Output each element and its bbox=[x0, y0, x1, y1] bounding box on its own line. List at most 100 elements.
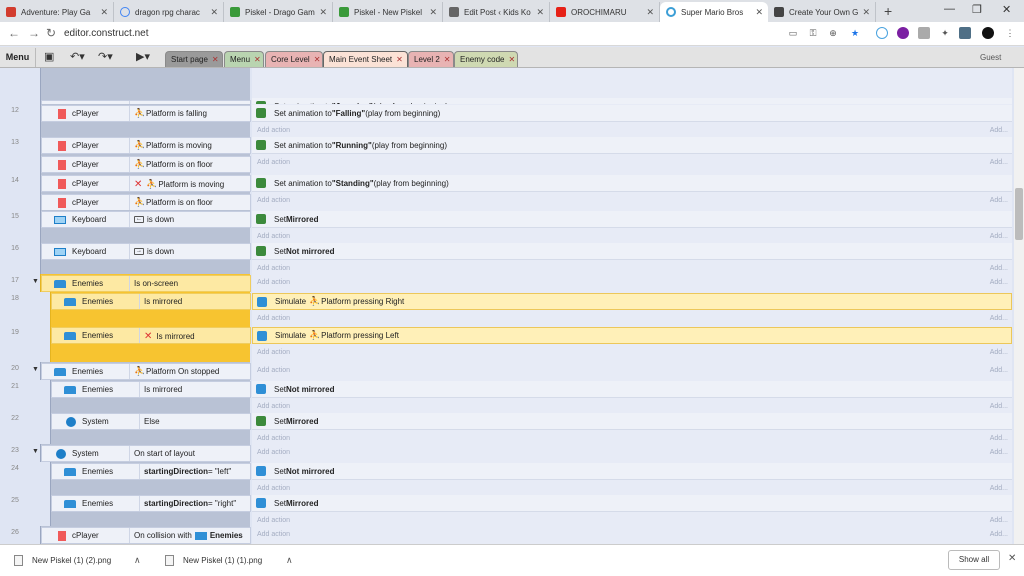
star-icon[interactable]: ★ bbox=[849, 27, 861, 39]
browser-tab-8[interactable]: Create Your Own G ✕ bbox=[768, 2, 876, 22]
tab-main-event-sheet[interactable]: Main Event Sheet ✕ bbox=[323, 51, 408, 67]
add-action-link[interactable]: Add action Add... bbox=[252, 194, 1012, 207]
condition-text[interactable]: On collision with Enemies bbox=[134, 531, 243, 540]
close-icon[interactable]: ✕ bbox=[1008, 553, 1016, 564]
window-close-icon[interactable]: ✕ bbox=[1002, 3, 1011, 16]
condition-object[interactable]: Enemies bbox=[52, 382, 140, 397]
close-icon[interactable]: ✕ bbox=[444, 55, 451, 64]
extension-2-icon[interactable] bbox=[897, 27, 909, 39]
close-icon[interactable]: ✕ bbox=[212, 55, 219, 64]
close-icon[interactable]: ✕ bbox=[536, 7, 544, 18]
condition-row[interactable]: System Else bbox=[51, 413, 251, 430]
close-icon[interactable]: ✕ bbox=[254, 55, 261, 64]
url-field[interactable]: editor.construct.net bbox=[64, 28, 149, 39]
condition-object[interactable]: cPlayer bbox=[42, 138, 130, 153]
condition-object[interactable]: cPlayer bbox=[42, 157, 130, 172]
condition-text[interactable]: Is mirrored bbox=[144, 385, 182, 394]
add-action-link[interactable]: Add action Add... bbox=[252, 346, 1012, 359]
extension-1-icon[interactable] bbox=[876, 27, 888, 39]
action-row[interactable]: Set animation to "Falling" (play from be… bbox=[252, 105, 1012, 122]
chevron-up-icon[interactable]: ∧ bbox=[286, 555, 293, 566]
scrollbar-thumb[interactable] bbox=[1015, 188, 1023, 240]
action-row[interactable]: Simulate ⛹ Platform pressing Right bbox=[252, 293, 1012, 310]
condition-row[interactable]: cPlayer ⛹ Platform is on floor bbox=[41, 156, 251, 173]
save-icon[interactable]: ▣ bbox=[44, 50, 54, 63]
minimize-icon[interactable]: — bbox=[944, 3, 955, 15]
zoom-icon[interactable]: ⊕ bbox=[827, 27, 839, 39]
puzzle-icon[interactable]: ✦ bbox=[939, 27, 951, 39]
condition-object[interactable]: cPlayer bbox=[42, 195, 130, 210]
condition-text[interactable]: Else bbox=[144, 417, 160, 426]
tab-menu[interactable]: Menu ✕ bbox=[224, 51, 264, 67]
add-action-link[interactable]: Add action Add... bbox=[252, 528, 1012, 541]
browser-tab-5[interactable]: Edit Post ‹ Kids Ko ✕ bbox=[443, 2, 550, 22]
condition-row[interactable]: Enemies Is mirrored bbox=[51, 293, 251, 310]
close-icon[interactable]: ✕ bbox=[862, 7, 870, 18]
condition-text[interactable]: On start of layout bbox=[134, 449, 195, 458]
close-icon[interactable]: ✕ bbox=[508, 55, 515, 64]
condition-text[interactable]: ⛹ Platform is moving bbox=[134, 141, 212, 151]
add-action-link[interactable]: Add action Add... bbox=[252, 156, 1012, 169]
action-row[interactable]: Set Mirrored bbox=[252, 211, 1012, 228]
extension-4-icon[interactable] bbox=[959, 27, 971, 39]
close-icon[interactable]: ✕ bbox=[100, 7, 108, 18]
action-row[interactable]: Set animation to "Standing" (play from b… bbox=[252, 175, 1012, 192]
condition-row[interactable]: Enemies Is mirrored bbox=[51, 381, 251, 398]
action-row[interactable]: Set Mirrored bbox=[252, 495, 1012, 512]
condition-object[interactable]: cPlayer bbox=[42, 106, 130, 121]
collapse-arrow-icon[interactable]: ▼ bbox=[32, 278, 39, 285]
condition-row[interactable]: cPlayer ⛹ Platform is on floor bbox=[41, 194, 251, 211]
undo-icon[interactable]: ↶▾ bbox=[70, 50, 85, 63]
condition-object[interactable]: Keyboard bbox=[42, 212, 130, 227]
browser-tab-2[interactable]: dragon rpg charac ✕ bbox=[114, 2, 224, 22]
back-icon[interactable]: ← bbox=[8, 26, 20, 40]
action-row[interactable]: Set Not mirrored bbox=[252, 381, 1012, 398]
close-icon[interactable]: ✕ bbox=[429, 7, 437, 18]
browser-tab-6[interactable]: OROCHIMARU ✕ bbox=[550, 2, 660, 22]
close-icon[interactable]: ✕ bbox=[319, 7, 327, 18]
condition-row[interactable]: cPlayer ⛹ Platform is moving bbox=[41, 137, 251, 154]
chevron-up-icon[interactable]: ∧ bbox=[134, 555, 141, 566]
browser-tab-active[interactable]: Super Mario Bros ✕ bbox=[660, 2, 768, 22]
forward-icon[interactable]: → bbox=[28, 26, 40, 40]
add-action-link[interactable]: Add action Add... bbox=[252, 364, 1012, 377]
play-icon[interactable]: ▶▾ bbox=[136, 50, 150, 63]
close-icon[interactable]: ✕ bbox=[396, 55, 403, 64]
download-item[interactable]: New Piskel (1) (2).png bbox=[14, 555, 111, 566]
condition-text[interactable]: startingDirection = "right" bbox=[144, 499, 236, 508]
condition-object[interactable]: Enemies bbox=[42, 276, 130, 291]
condition-text[interactable]: startingDirection = "left" bbox=[144, 467, 231, 476]
kebab-menu-icon[interactable]: ⋮ bbox=[1004, 27, 1016, 39]
condition-text[interactable]: ⛹ Platform On stopped bbox=[134, 367, 219, 377]
condition-text[interactable]: ← is down bbox=[134, 215, 174, 224]
install-icon[interactable]: ▭ bbox=[787, 27, 799, 39]
vertical-scrollbar[interactable] bbox=[1014, 68, 1024, 544]
condition-row[interactable]: Enemies startingDirection = "right" bbox=[51, 495, 251, 512]
close-icon[interactable]: ✕ bbox=[755, 7, 763, 18]
extension-3-icon[interactable] bbox=[918, 27, 930, 39]
add-action-link[interactable]: Add action Add... bbox=[252, 276, 1012, 289]
condition-row[interactable]: Keyboard ← is down bbox=[41, 211, 251, 228]
condition-object[interactable]: Enemies bbox=[52, 496, 140, 511]
condition-object[interactable]: Enemies bbox=[42, 364, 130, 379]
download-item[interactable]: New Piskel (1) (1).png bbox=[165, 555, 262, 566]
condition-text[interactable]: ✕ Is mirrored bbox=[144, 331, 195, 342]
close-icon[interactable]: ✕ bbox=[210, 7, 218, 18]
action-row[interactable]: Simulate ⛹ Platform pressing Left bbox=[252, 327, 1012, 344]
condition-row[interactable]: Enemies ✕ Is mirrored bbox=[51, 327, 251, 344]
action-row[interactable]: Set animation to "Running" (play from be… bbox=[252, 137, 1012, 154]
browser-tab-4[interactable]: Piskel - New Piskel ✕ bbox=[333, 2, 443, 22]
browser-tab-1[interactable]: Adventure: Play Ga ✕ bbox=[0, 2, 114, 22]
action-row[interactable]: Set Not mirrored bbox=[252, 463, 1012, 480]
reload-icon[interactable]: ↻ bbox=[46, 26, 56, 40]
condition-object[interactable]: Enemies bbox=[52, 464, 140, 479]
condition-object[interactable]: System bbox=[42, 446, 130, 461]
tab-core-level[interactable]: Core Level ✕ bbox=[265, 51, 323, 67]
menu-button[interactable]: Menu bbox=[0, 48, 36, 67]
browser-tab-3[interactable]: Piskel - Drago Gam ✕ bbox=[224, 2, 333, 22]
condition-object[interactable]: Enemies bbox=[52, 328, 140, 343]
condition-row[interactable]: cPlayer ⛹ Platform is falling bbox=[41, 105, 251, 122]
condition-row[interactable]: Enemies ⛹ Platform On stopped bbox=[41, 363, 251, 380]
tab-enemy-code[interactable]: Enemy code ✕ bbox=[454, 51, 518, 67]
show-all-button[interactable]: Show all bbox=[948, 550, 1000, 570]
